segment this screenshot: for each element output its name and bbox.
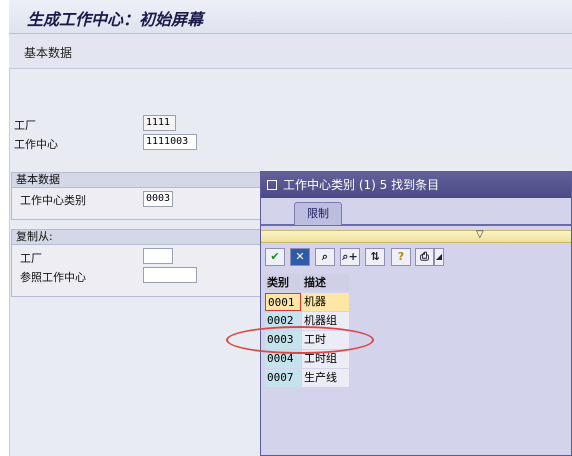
check-icon[interactable]: ✔ [265, 248, 285, 266]
column-header-description[interactable]: 描述 [302, 274, 349, 291]
window-icon [267, 180, 277, 190]
find-icon[interactable]: ⌕ [315, 248, 335, 266]
popup-title-bar[interactable]: 工作中心类别 (1) 5 找到条目 [261, 172, 571, 198]
copy-from-group: 复制从: [11, 229, 263, 297]
f4-help-popup: 工作中心类别 (1) 5 找到条目 限制 ▽ ✔ ✕ ⌕ ⌕+ ⇅ ? ⎙ ◢ … [260, 171, 572, 456]
category-description: 生产线 [302, 369, 349, 387]
plant-field[interactable]: 1111 [143, 115, 176, 131]
category-code: 0002 [265, 312, 301, 330]
title-bar: 生成工作中心：初始屏幕 [9, 0, 572, 34]
list-item[interactable]: 0001 机器 [265, 293, 349, 312]
popup-tabstrip: 限制 [261, 198, 571, 226]
basic-data-group-title: 基本数据 [12, 173, 262, 188]
dropdown-icon[interactable]: ◢ [434, 248, 444, 266]
column-header-category[interactable]: 类别 [265, 274, 301, 291]
collapse-restrictions-bar[interactable]: ▽ [261, 229, 571, 243]
tab-restrictions[interactable]: 限制 [294, 202, 342, 225]
category-code: 0007 [265, 369, 301, 387]
category-description: 机器 [302, 293, 349, 311]
category-description: 工时组 [302, 350, 349, 368]
ref-work-center-label: 参照工作中心 [20, 271, 86, 284]
cancel-icon[interactable]: ✕ [290, 248, 310, 266]
work-center-label: 工作中心 [14, 138, 58, 151]
basic-data-button[interactable]: 基本数据 [24, 44, 72, 61]
page-title: 生成工作中心：初始屏幕 [27, 10, 204, 29]
copy-from-group-title: 复制从: [12, 230, 262, 245]
triangle-down-icon: ▽ [476, 229, 484, 240]
work-center-category-label: 工作中心类别 [20, 194, 86, 207]
list-item[interactable]: 0003 工时 [265, 331, 349, 350]
sort-icon[interactable]: ⇅ [365, 248, 385, 266]
list-item[interactable]: 0002 机器组 [265, 312, 349, 331]
popup-toolbar: ✔ ✕ ⌕ ⌕+ ⇅ ? ⎙ ◢ [265, 248, 465, 268]
list-item[interactable]: 0004 工时组 [265, 350, 349, 369]
work-center-category-field[interactable]: 0003 [143, 191, 173, 207]
help-icon[interactable]: ? [391, 248, 411, 266]
copy-plant-label: 工厂 [20, 252, 42, 265]
copy-plant-field[interactable] [143, 248, 173, 264]
category-description: 机器组 [302, 312, 349, 330]
list-item[interactable]: 0007 生产线 [265, 369, 349, 388]
work-center-field[interactable]: 1111003 [143, 134, 197, 150]
print-icon[interactable]: ⎙ [415, 248, 434, 266]
popup-title: 工作中心类别 (1) 5 找到条目 [283, 178, 440, 192]
application-toolbar: 基本数据 [9, 34, 572, 69]
sap-screen: 生成工作中心：初始屏幕 基本数据 工厂 1111 工作中心 1111003 基本… [0, 0, 572, 456]
ref-work-center-field[interactable] [143, 267, 197, 283]
plant-label: 工厂 [14, 119, 36, 132]
category-description: 工时 [302, 331, 349, 349]
category-code: 0004 [265, 350, 301, 368]
find-next-icon[interactable]: ⌕+ [340, 248, 360, 266]
category-code: 0001 [265, 293, 301, 311]
category-code: 0003 [265, 331, 301, 349]
